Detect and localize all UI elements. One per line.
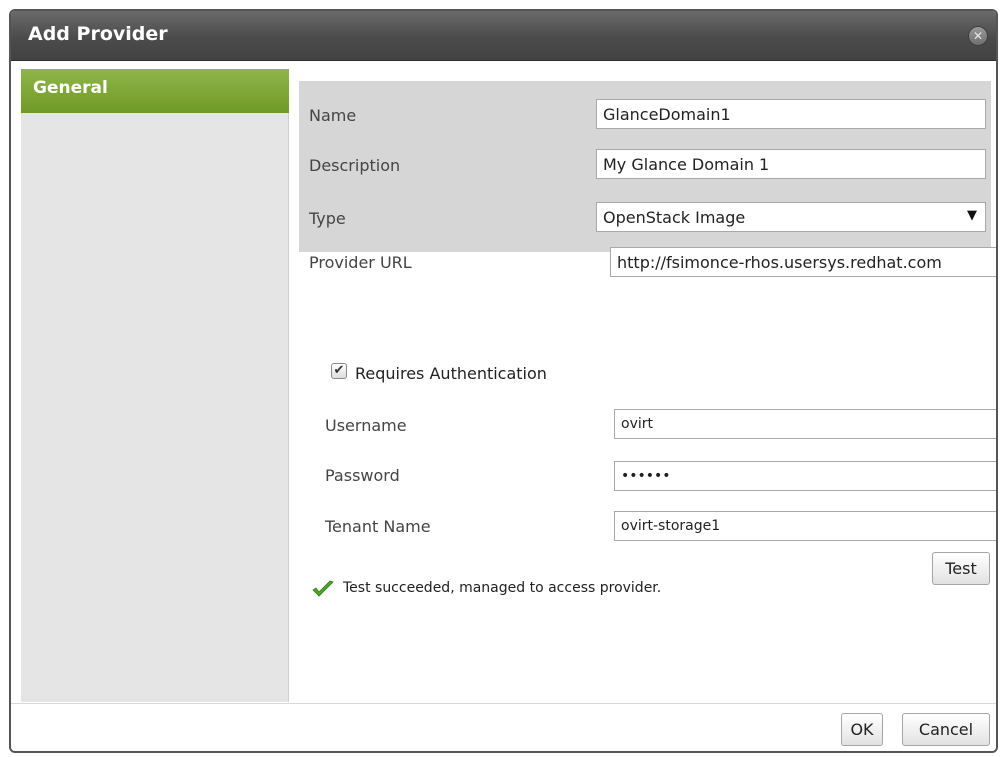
- description-field[interactable]: [596, 149, 986, 179]
- username-label: Username: [325, 416, 407, 435]
- description-label: Description: [309, 156, 401, 175]
- name-label: Name: [309, 106, 357, 125]
- dialog-title: Add Provider: [28, 23, 168, 45]
- type-select-value: OpenStack Image: [603, 208, 746, 227]
- sidebar-item-general[interactable]: General: [21, 69, 289, 113]
- sidebar: General: [21, 69, 289, 702]
- password-field[interactable]: [614, 461, 996, 491]
- dialog-titlebar: Add Provider ✕: [11, 11, 996, 61]
- provider-url-label: Provider URL: [309, 253, 412, 272]
- close-icon[interactable]: ✕: [968, 26, 988, 46]
- password-label: Password: [325, 466, 400, 485]
- requires-auth-label: Requires Authentication: [355, 364, 547, 383]
- requires-auth-checkbox[interactable]: ✔: [331, 363, 347, 379]
- dropdown-arrow-icon: ▼: [967, 208, 977, 223]
- name-field[interactable]: [596, 99, 986, 129]
- checkmark-icon: [312, 580, 334, 597]
- basic-info-section: Name Description Type OpenStack Image ▼: [299, 81, 991, 252]
- type-label: Type: [309, 209, 346, 228]
- tenant-name-label: Tenant Name: [325, 517, 431, 536]
- add-provider-dialog: Add Provider ✕ General Name Description …: [9, 9, 998, 753]
- test-button[interactable]: Test: [932, 552, 990, 585]
- cancel-button[interactable]: Cancel: [902, 713, 990, 746]
- form-content: Name Description Type OpenStack Image ▼ …: [290, 69, 996, 702]
- provider-url-field[interactable]: [610, 247, 996, 277]
- tenant-name-field[interactable]: [614, 511, 996, 541]
- test-status-text: Test succeeded, managed to access provid…: [343, 580, 662, 596]
- sidebar-item-label: General: [33, 78, 108, 98]
- ok-button[interactable]: OK: [841, 713, 883, 746]
- dialog-footer: OK Cancel: [11, 703, 996, 751]
- username-field[interactable]: [614, 409, 996, 439]
- type-select[interactable]: OpenStack Image ▼: [596, 202, 986, 232]
